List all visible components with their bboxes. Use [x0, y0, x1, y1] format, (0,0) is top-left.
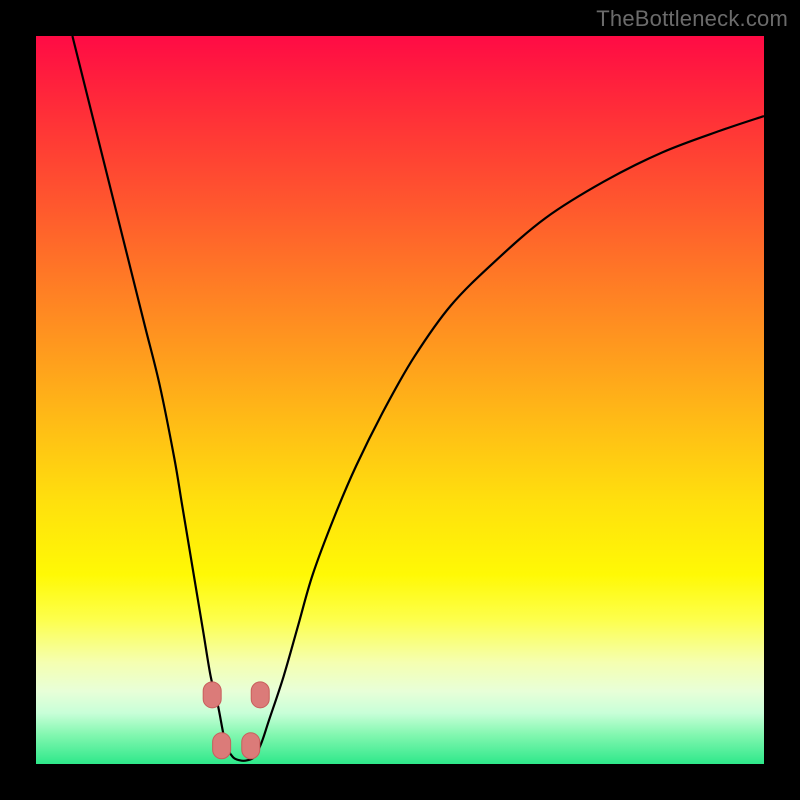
- curve-marker: [242, 733, 260, 759]
- curve-marker: [213, 733, 231, 759]
- curve-markers: [203, 682, 269, 759]
- watermark-text: TheBottleneck.com: [596, 6, 788, 32]
- bottleneck-curve: [72, 36, 764, 761]
- curve-marker: [251, 682, 269, 708]
- plot-area: [36, 36, 764, 764]
- curve-svg: [36, 36, 764, 764]
- chart-frame: TheBottleneck.com: [0, 0, 800, 800]
- curve-marker: [203, 682, 221, 708]
